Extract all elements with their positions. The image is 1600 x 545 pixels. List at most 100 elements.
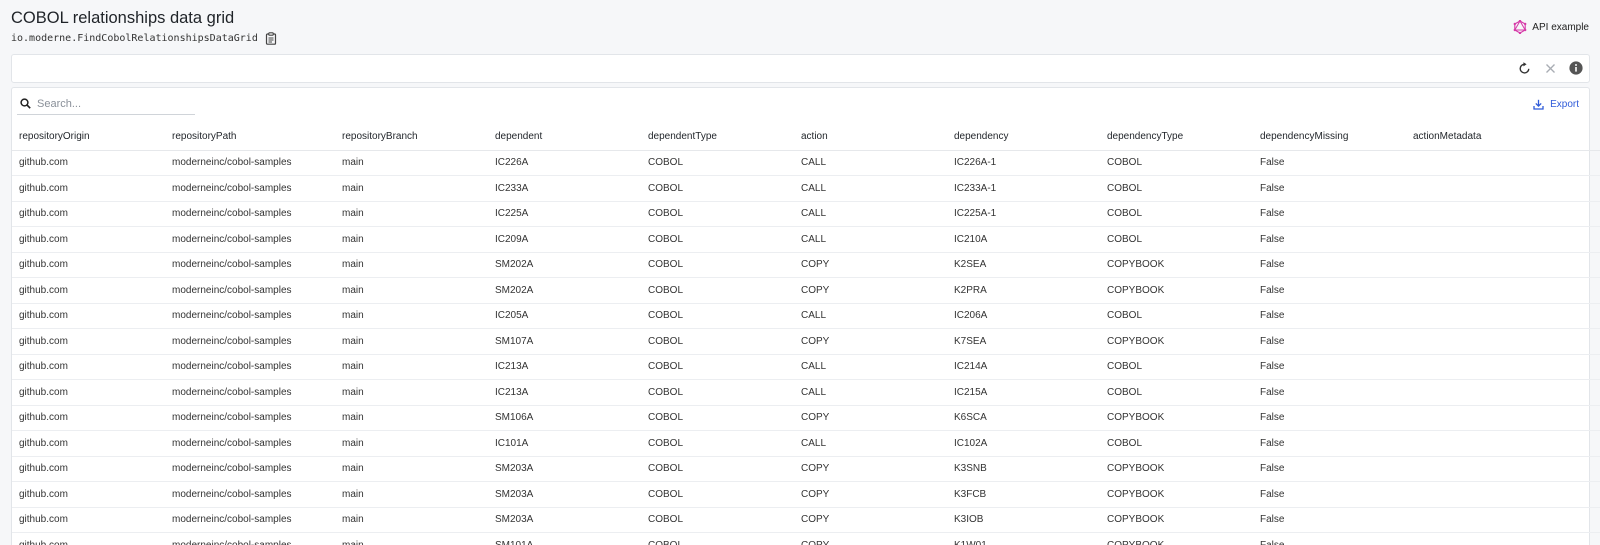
- cell-dependency: IC214A: [947, 354, 1100, 380]
- cell-actionMetadata: [1406, 201, 1600, 227]
- column-header-dependentType[interactable]: dependentType: [641, 123, 794, 151]
- cell-dependency: K3IOB: [947, 507, 1100, 533]
- info-icon[interactable]: [1569, 61, 1583, 75]
- cell-dependencyMissing: False: [1253, 150, 1406, 176]
- cell-dependencyType: COPYBOOK: [1100, 328, 1253, 355]
- refresh-icon[interactable]: [1517, 61, 1531, 75]
- cell-dependencyType: COBOL: [1100, 379, 1253, 406]
- cell-actionMetadata: [1406, 277, 1600, 304]
- cell-repositoryPath: moderneinc/cobol-samples: [165, 430, 335, 457]
- table-row[interactable]: github.com moderneinc/cobol-samples main IC…: [12, 379, 1600, 406]
- cell-dependencyMissing: False: [1253, 277, 1406, 304]
- table-row[interactable]: github.commoderneinc/cobol-samplesmainSM…: [12, 532, 1600, 545]
- cell-repositoryPath: moderneinc/cobol-samples: [165, 328, 335, 355]
- cell-dependencyMissing: False: [1253, 175, 1406, 202]
- table-row[interactable]: github.commoderneinc/cobol-samplesmainSM…: [12, 507, 1600, 533]
- cell-dependencyType: COBOL: [1100, 226, 1253, 253]
- cell-dependencyMissing: False: [1253, 481, 1406, 508]
- table-row[interactable]: github.commoderneinc/cobol-samplesmainSM…: [12, 328, 1600, 355]
- search-input[interactable]: [37, 97, 187, 110]
- table-row[interactable]: github.com moderneinc/cobol-samples main IC…: [12, 303, 1600, 329]
- cell-dependent: SM107A: [488, 328, 641, 355]
- cell-dependentType: COBOL: [641, 175, 794, 202]
- cell-repositoryBranch: main: [335, 456, 488, 482]
- cell-actionMetadata: [1406, 379, 1600, 406]
- cell-dependencyType: COBOL: [1100, 175, 1253, 202]
- cell-dependentType: COBOL: [641, 430, 794, 457]
- column-header-dependency[interactable]: dependency: [947, 123, 1100, 151]
- toolbar-actions: [1517, 61, 1583, 75]
- download-icon: [1533, 99, 1544, 110]
- cell-dependentType: COBOL: [641, 201, 794, 227]
- cell-dependency: IC102A: [947, 430, 1100, 457]
- cell-repositoryBranch: main: [335, 430, 488, 457]
- table-row[interactable]: github.commoderneinc/cobol-samplesmainSM…: [12, 456, 1600, 482]
- cell-actionMetadata: [1406, 481, 1600, 508]
- column-header-repositoryOrigin[interactable]: repositoryOrigin: [12, 123, 165, 151]
- cell-dependent: SM202A: [488, 252, 641, 278]
- table-row[interactable]: github.commoderneinc/cobol-samplesmainSM…: [12, 481, 1600, 508]
- table-row[interactable]: github.com moderneinc/cobol-samples main IC…: [12, 150, 1600, 176]
- cell-action: CALL: [794, 150, 947, 176]
- cell-repositoryOrigin: github.com: [12, 303, 165, 329]
- api-example-link[interactable]: API example: [1513, 20, 1589, 34]
- cell-actionMetadata: [1406, 226, 1600, 253]
- column-header-dependent[interactable]: dependent: [488, 123, 641, 151]
- column-header-actionMetadata[interactable]: actionMetadata: [1406, 123, 1600, 151]
- cell-dependent: IC213A: [488, 379, 641, 406]
- cell-repositoryBranch: main: [335, 150, 488, 176]
- cell-repositoryPath: moderneinc/cobol-samples: [165, 354, 335, 380]
- cell-repositoryOrigin: github.com: [12, 405, 165, 431]
- clipboard-icon[interactable]: [265, 32, 277, 45]
- cell-dependency: K2SEA: [947, 252, 1100, 278]
- table-row[interactable]: github.commoderneinc/cobol-samplesmainSM…: [12, 252, 1600, 278]
- table-row[interactable]: github.com moderneinc/cobol-samples main IC…: [12, 226, 1600, 253]
- cell-action: CALL: [794, 226, 947, 253]
- cell-dependencyMissing: False: [1253, 303, 1406, 329]
- close-icon[interactable]: [1543, 61, 1557, 75]
- cell-action: CALL: [794, 430, 947, 457]
- table-row[interactable]: github.com moderneinc/cobol-samples main IC…: [12, 354, 1600, 380]
- cell-repositoryBranch: main: [335, 277, 488, 304]
- cell-repositoryPath: moderneinc/cobol-samples: [165, 481, 335, 508]
- cell-actionMetadata: [1406, 354, 1600, 380]
- results-table: repositoryOrigin repositoryPath repository…: [12, 123, 1600, 545]
- cell-repositoryPath: moderneinc/cobol-samples: [165, 456, 335, 482]
- cell-repositoryOrigin: github.com: [12, 354, 165, 380]
- cell-dependencyType: COBOL: [1100, 303, 1253, 329]
- cell-action: COPY: [794, 507, 947, 533]
- cell-actionMetadata: [1406, 175, 1600, 202]
- cell-repositoryBranch: main: [335, 379, 488, 406]
- cell-repositoryBranch: main: [335, 328, 488, 355]
- table-row[interactable]: github.commoderneinc/cobol-samplesmainSM…: [12, 277, 1600, 304]
- recipe-id: io.moderne.FindCobolRelationshipsDataGri…: [11, 33, 258, 44]
- cell-repositoryOrigin: github.com: [12, 456, 165, 482]
- column-header-repositoryPath[interactable]: repositoryPath: [165, 123, 335, 151]
- column-header-dependencyType[interactable]: dependencyType: [1100, 123, 1253, 151]
- table-row[interactable]: github.commoderneinc/cobol-samplesmainSM…: [12, 405, 1600, 431]
- export-button[interactable]: Export: [1533, 99, 1579, 110]
- cell-dependencyType: COPYBOOK: [1100, 252, 1253, 278]
- cell-dependencyMissing: False: [1253, 507, 1406, 533]
- cell-repositoryOrigin: github.com: [12, 379, 165, 406]
- table-row[interactable]: github.com moderneinc/cobol-samples main IC…: [12, 175, 1600, 202]
- cell-action: CALL: [794, 379, 947, 406]
- table-row[interactable]: github.com moderneinc/cobol-samples main IC…: [12, 201, 1600, 227]
- cell-repositoryBranch: main: [335, 354, 488, 380]
- cell-dependentType: COBOL: [641, 303, 794, 329]
- cell-dependency: K6SCA: [947, 405, 1100, 431]
- cell-dependent: IC101A: [488, 430, 641, 457]
- column-header-dependencyMissing[interactable]: dependencyMissing: [1253, 123, 1406, 151]
- column-header-repositoryBranch[interactable]: repositoryBranch: [335, 123, 488, 151]
- cell-repositoryPath: moderneinc/cobol-samples: [165, 226, 335, 253]
- graphql-icon: [1513, 20, 1527, 34]
- table-row[interactable]: github.com moderneinc/cobol-samples main IC…: [12, 430, 1600, 457]
- cell-repositoryOrigin: github.com: [12, 277, 165, 304]
- cell-action: CALL: [794, 303, 947, 329]
- cell-dependencyType: COPYBOOK: [1100, 277, 1253, 304]
- cell-actionMetadata: [1406, 328, 1600, 355]
- cell-dependentType: COBOL: [641, 277, 794, 304]
- cell-repositoryBranch: main: [335, 201, 488, 227]
- cell-dependentType: COBOL: [641, 532, 794, 545]
- column-header-action[interactable]: action: [794, 123, 947, 151]
